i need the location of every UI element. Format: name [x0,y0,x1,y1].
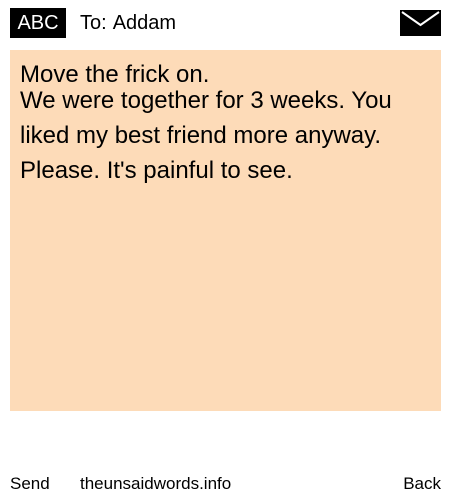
recipient-line: To: Addam [80,8,176,38]
site-link[interactable]: theunsaidwords.info [80,470,231,498]
envelope-icon[interactable] [400,10,441,36]
to-prefix: To: [80,12,107,34]
back-button[interactable]: Back [403,470,441,498]
message-body[interactable]: Move the frick on. We were together for … [10,50,441,411]
recipient-name: Addam [112,12,177,34]
message-line-2: We were together for 3 weeks. You liked … [20,87,392,184]
input-mode-badge[interactable]: ABC [10,8,66,38]
footer-bar: Send theunsaidwords.info Back [0,470,450,498]
send-button[interactable]: Send [10,470,50,498]
header-bar: ABC To: Addam [0,0,450,50]
